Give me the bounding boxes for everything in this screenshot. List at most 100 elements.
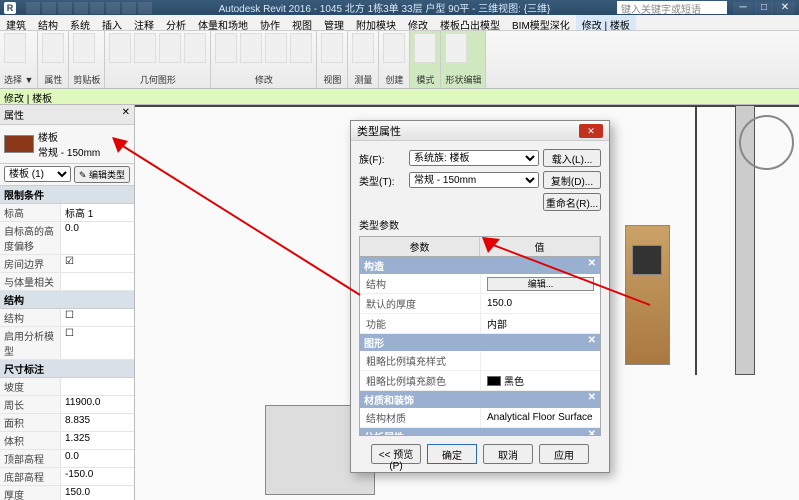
ribbon-button[interactable]	[215, 33, 237, 63]
ribbon-tab[interactable]: 结构	[32, 15, 64, 30]
property-value[interactable]: ☑	[60, 255, 134, 272]
close-icon[interactable]: ✕	[122, 107, 130, 122]
qat-btn[interactable]	[74, 2, 88, 14]
ribbon-panel: 视图	[317, 31, 348, 88]
param-category[interactable]: 分析属性✕	[360, 428, 600, 436]
ribbon-tab[interactable]: 修改 | 楼板	[576, 15, 636, 30]
instance-selector[interactable]: 楼板 (1)	[4, 166, 71, 182]
window-title: Autodesk Revit 2016 - 1045 北方 1栋3单 33层 户…	[152, 0, 617, 15]
apply-button[interactable]: 应用	[539, 444, 589, 464]
ribbon-button[interactable]	[414, 33, 436, 63]
property-value[interactable]: 8.835	[60, 414, 134, 431]
ribbon-tab[interactable]: 建筑	[0, 15, 32, 30]
ribbon-tab[interactable]: 修改	[402, 15, 434, 30]
params-grid[interactable]: 参数 值 构造✕结构编辑...默认的厚度150.0功能内部图形✕粗略比例填充样式…	[359, 236, 601, 436]
qat-btn[interactable]	[122, 2, 136, 14]
property-value[interactable]: 150.0	[60, 486, 134, 500]
param-key: 结构	[360, 274, 480, 293]
ribbon-tab[interactable]: 协作	[254, 15, 286, 30]
ribbon-tab[interactable]: 管理	[318, 15, 350, 30]
property-group[interactable]: 限制条件	[0, 186, 134, 204]
close-button[interactable]: ✕	[775, 2, 795, 14]
edit-structure-button[interactable]: 编辑...	[487, 277, 594, 291]
property-value[interactable]	[60, 378, 134, 395]
type-select[interactable]: 常规 - 150mm	[409, 172, 539, 188]
ribbon-tab[interactable]: BIM模型深化	[506, 15, 576, 30]
minimize-button[interactable]: ─	[733, 2, 753, 14]
ribbon-panel: 选择 ▼	[0, 31, 38, 88]
family-select[interactable]: 系统族: 楼板	[409, 150, 539, 166]
ribbon-button[interactable]	[73, 33, 95, 63]
ribbon-button[interactable]	[4, 33, 26, 63]
copy-button[interactable]: 复制(D)...	[543, 171, 601, 189]
ribbon-button[interactable]	[321, 33, 343, 63]
type-label: 类型(T):	[359, 173, 405, 188]
ok-button[interactable]: 确定	[427, 444, 477, 464]
search-input[interactable]: 键入关键字或短语	[617, 1, 727, 14]
ribbon-tab[interactable]: 插入	[96, 15, 128, 30]
family-label: 族(F):	[359, 151, 405, 166]
ribbon-panel: 几何图形	[105, 31, 211, 88]
property-group[interactable]: 尺寸标注	[0, 360, 134, 378]
ribbon-button[interactable]	[159, 33, 181, 63]
property-value[interactable]: 11900.0	[60, 396, 134, 413]
param-value[interactable]: 150.0	[480, 294, 600, 313]
ribbon-tab[interactable]: 分析	[160, 15, 192, 30]
load-button[interactable]: 载入(L)...	[543, 149, 601, 167]
param-value[interactable]	[480, 351, 600, 370]
qat-btn[interactable]	[26, 2, 40, 14]
dialog-close-button[interactable]: ✕	[579, 124, 603, 138]
ribbon-button[interactable]	[240, 33, 262, 63]
param-row: 粗略比例填充样式	[360, 351, 600, 371]
ribbon-button[interactable]	[352, 33, 374, 63]
ribbon-button[interactable]	[184, 33, 206, 63]
param-category[interactable]: 图形✕	[360, 334, 600, 351]
property-row: 顶部高程0.0	[0, 450, 134, 468]
preview-button[interactable]: << 预览(P)	[371, 444, 421, 464]
view-cube[interactable]	[739, 115, 794, 170]
rename-button[interactable]: 重命名(R)...	[543, 193, 601, 211]
app-icon[interactable]: R	[4, 2, 16, 14]
qat-btn[interactable]	[106, 2, 120, 14]
edit-type-button[interactable]: ✎ 编辑类型	[74, 166, 130, 183]
dialog-titlebar[interactable]: 类型属性 ✕	[351, 121, 609, 141]
property-group[interactable]: 结构	[0, 291, 134, 309]
ribbon-panel: 属性	[38, 31, 69, 88]
property-value[interactable]: ☐	[60, 309, 134, 326]
property-value[interactable]: ☐	[60, 327, 134, 359]
property-value[interactable]: 1.325	[60, 432, 134, 449]
qat-btn[interactable]	[58, 2, 72, 14]
maximize-button[interactable]: □	[754, 2, 774, 14]
ribbon-tab[interactable]: 视图	[286, 15, 318, 30]
param-value[interactable]: 内部	[480, 314, 600, 333]
param-value[interactable]: 黑色	[480, 371, 600, 390]
ribbon-tab[interactable]: 附加模块	[350, 15, 402, 30]
param-value[interactable]: Analytical Floor Surface	[480, 408, 600, 427]
qat-btn[interactable]	[90, 2, 104, 14]
param-category[interactable]: 构造✕	[360, 257, 600, 274]
property-value[interactable]: 0.0	[60, 450, 134, 467]
ribbon-button[interactable]	[265, 33, 287, 63]
property-value[interactable]: -150.0	[60, 468, 134, 485]
ribbon-button[interactable]	[109, 33, 131, 63]
ribbon-button[interactable]	[445, 33, 467, 63]
cancel-button[interactable]: 取消	[483, 444, 533, 464]
ribbon-tab[interactable]: 楼板凸出模型	[434, 15, 506, 30]
ribbon-button[interactable]	[290, 33, 312, 63]
qat-btn[interactable]	[42, 2, 56, 14]
ribbon-button[interactable]	[42, 33, 64, 63]
property-row: 厚度150.0	[0, 486, 134, 500]
qat-btn[interactable]	[138, 2, 152, 14]
type-variant: 常规 - 150mm	[38, 144, 100, 159]
ribbon-button[interactable]	[383, 33, 405, 63]
ribbon-button[interactable]	[134, 33, 156, 63]
ribbon-tab[interactable]: 体量和场地	[192, 15, 254, 30]
property-value[interactable]: 标高 1	[60, 204, 134, 221]
color-swatch[interactable]	[487, 376, 501, 386]
ribbon-tab[interactable]: 注释	[128, 15, 160, 30]
property-value[interactable]	[60, 273, 134, 290]
ribbon-tab[interactable]: 系统	[64, 15, 96, 30]
property-value[interactable]: 0.0	[60, 222, 134, 254]
param-value[interactable]: 编辑...	[480, 274, 600, 293]
param-category[interactable]: 材质和装饰✕	[360, 391, 600, 408]
